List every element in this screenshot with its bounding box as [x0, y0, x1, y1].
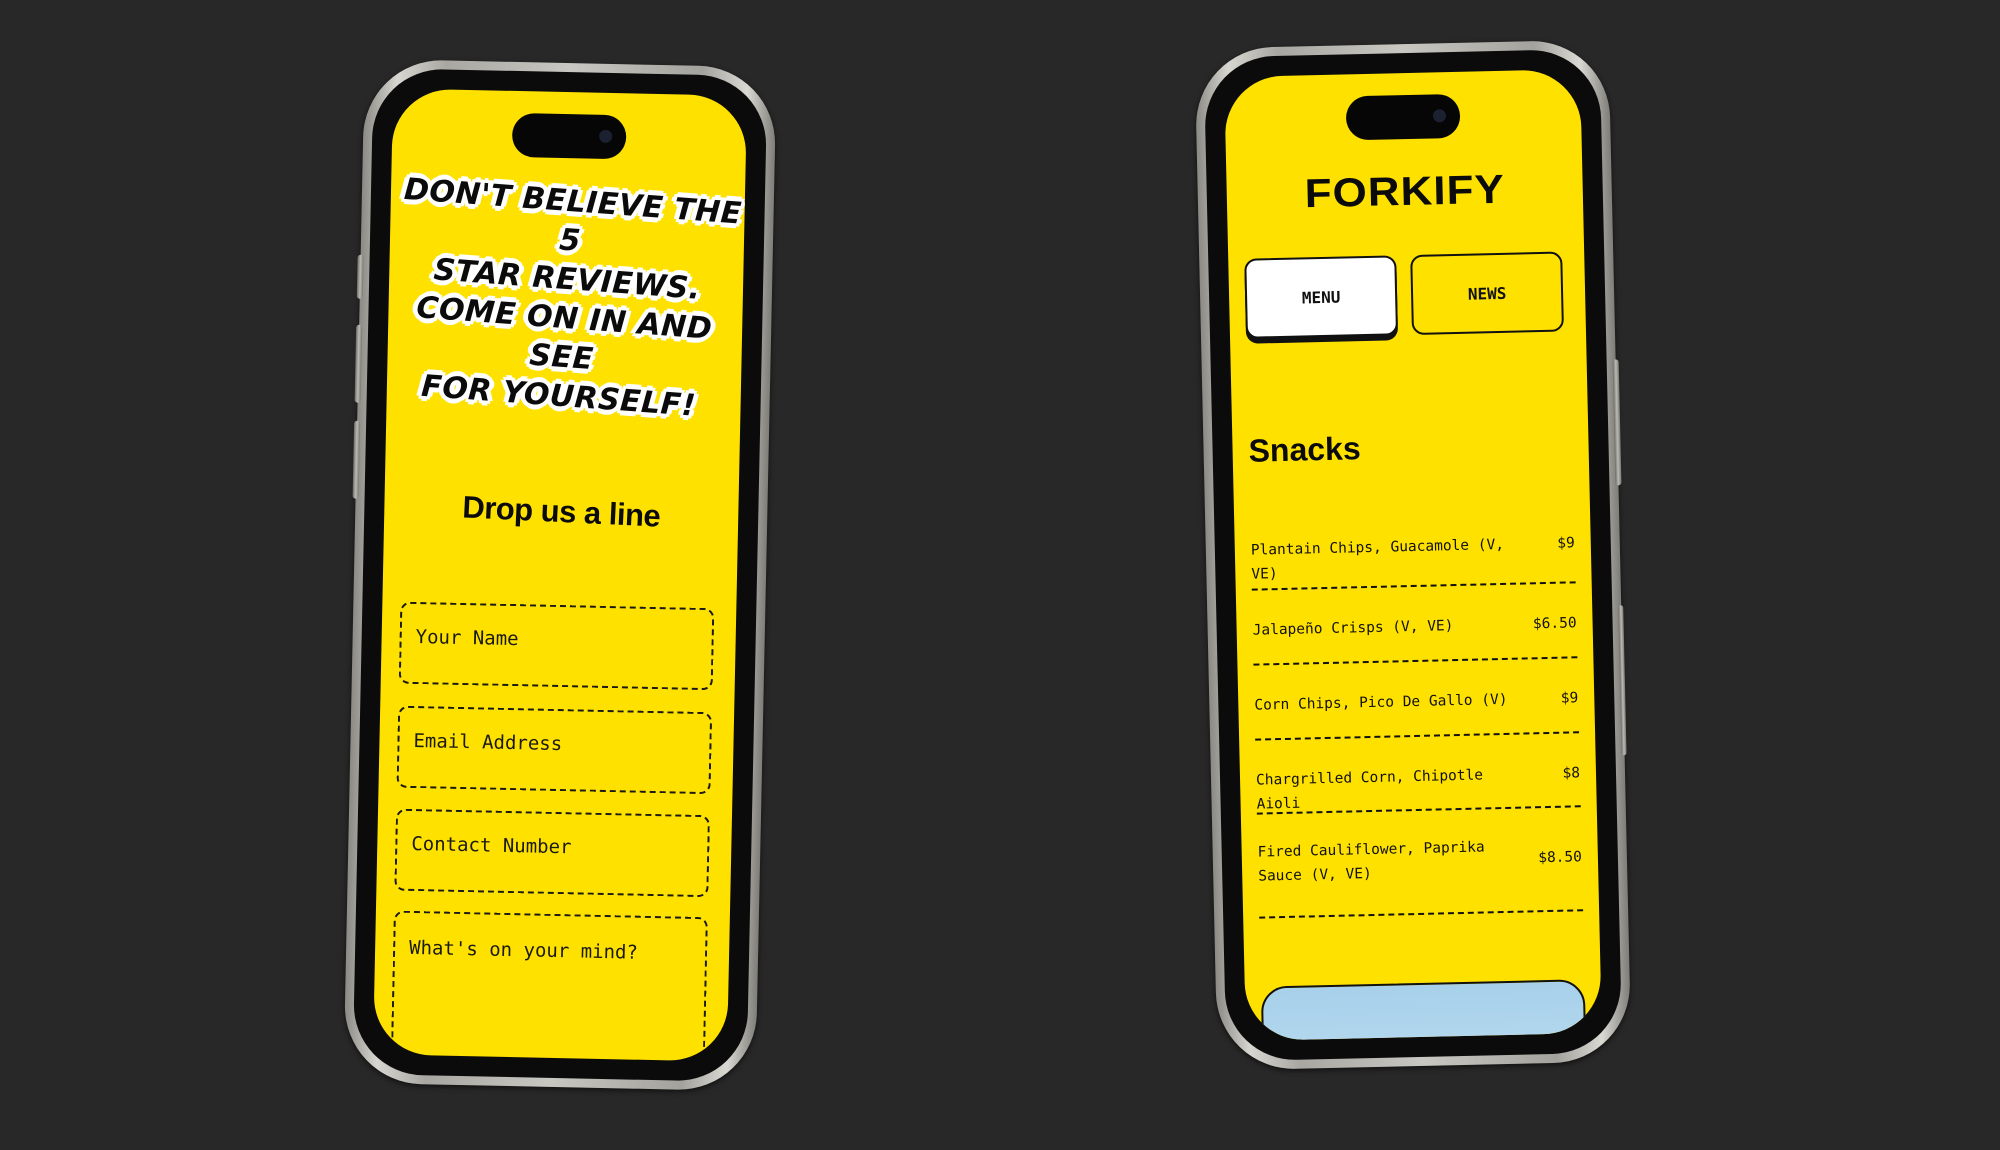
tab-menu[interactable]: MENU	[1244, 255, 1399, 339]
menu-item-name: Jalapeño Crisps (V, VE)	[1252, 618, 1454, 639]
menu-item-name: Plantain Chips, Guacamole (V, VE)	[1250, 536, 1505, 583]
menu-item[interactable]: Plantain Chips, Guacamole (V, VE) $9	[1250, 509, 1576, 591]
menu-item[interactable]: Corn Chips, Pico De Gallo (V) $9	[1253, 658, 1580, 741]
tab-menu-label: MENU	[1301, 287, 1341, 307]
slogan-banner: Don't believe the 5 star reviews. Come o…	[381, 169, 747, 428]
menu-item-price: $6.50	[1532, 615, 1577, 633]
form-title: Drop us a line	[461, 489, 662, 534]
phone-number-placeholder: Contact Number	[411, 832, 572, 859]
menu-item-price: $8	[1562, 765, 1581, 782]
menu-list: Plantain Chips, Guacamole (V, VE) $9 Jal…	[1250, 509, 1584, 919]
menu-item-name: Chargrilled Corn, Chipotle Aioli	[1255, 767, 1484, 813]
camera-lens-icon	[599, 129, 613, 143]
phone-mockup-menu: FORKIFY MENU NEWS Snacks Plantain Chips,…	[1194, 39, 1632, 1071]
brand-logo: FORKIFY	[1304, 166, 1506, 217]
menu-item-name: Corn Chips, Pico De Gallo (V)	[1254, 691, 1508, 714]
menu-item[interactable]: Jalapeño Crisps (V, VE) $6.50	[1251, 583, 1578, 666]
action-button	[356, 254, 364, 299]
email-field[interactable]: Email Address	[396, 705, 713, 795]
name-placeholder: Your Name	[415, 625, 519, 651]
dynamic-island	[511, 112, 627, 160]
phone-bezel: FORKIFY MENU NEWS Snacks Plantain Chips,…	[1203, 48, 1623, 1062]
menu-item-price: $8.50	[1538, 849, 1583, 867]
section-title: Snacks	[1248, 430, 1362, 469]
menu-item-price: $9	[1557, 535, 1575, 552]
email-placeholder: Email Address	[413, 729, 563, 756]
message-placeholder: What's on your mind?	[408, 936, 639, 964]
tab-news-label: NEWS	[1467, 283, 1507, 304]
menu-item-name: Fired Cauliflower, Paprika Sauce (V, VE)	[1257, 839, 1485, 885]
name-field[interactable]: Your Name	[398, 601, 715, 691]
menu-item[interactable]: Fired Cauliflower, Paprika Sauce (V, VE)…	[1256, 807, 1584, 919]
phone-number-field[interactable]: Contact Number	[394, 808, 711, 898]
menu-item-price: $9	[1560, 690, 1579, 707]
camera-lens-icon	[1432, 109, 1447, 123]
tab-news[interactable]: NEWS	[1410, 251, 1564, 335]
phone-screen: Don't believe the 5 star reviews. Come o…	[372, 88, 748, 1062]
message-textarea[interactable]: What's on your mind?	[390, 910, 708, 1062]
menu-item[interactable]: Chargrilled Corn, Chipotle Aioli $8	[1255, 733, 1581, 815]
power-button	[1612, 359, 1622, 486]
food-photo-card[interactable]	[1260, 979, 1589, 1041]
phone-screen: FORKIFY MENU NEWS Snacks Plantain Chips,…	[1224, 69, 1602, 1041]
volume-up-button	[354, 324, 363, 403]
camera-control-button	[1618, 605, 1627, 756]
volume-down-button	[352, 420, 361, 499]
phone-mockup-contact: Don't believe the 5 star reviews. Come o…	[343, 58, 777, 1092]
dynamic-island	[1345, 93, 1461, 141]
phone-bezel: Don't believe the 5 star reviews. Come o…	[352, 67, 768, 1083]
